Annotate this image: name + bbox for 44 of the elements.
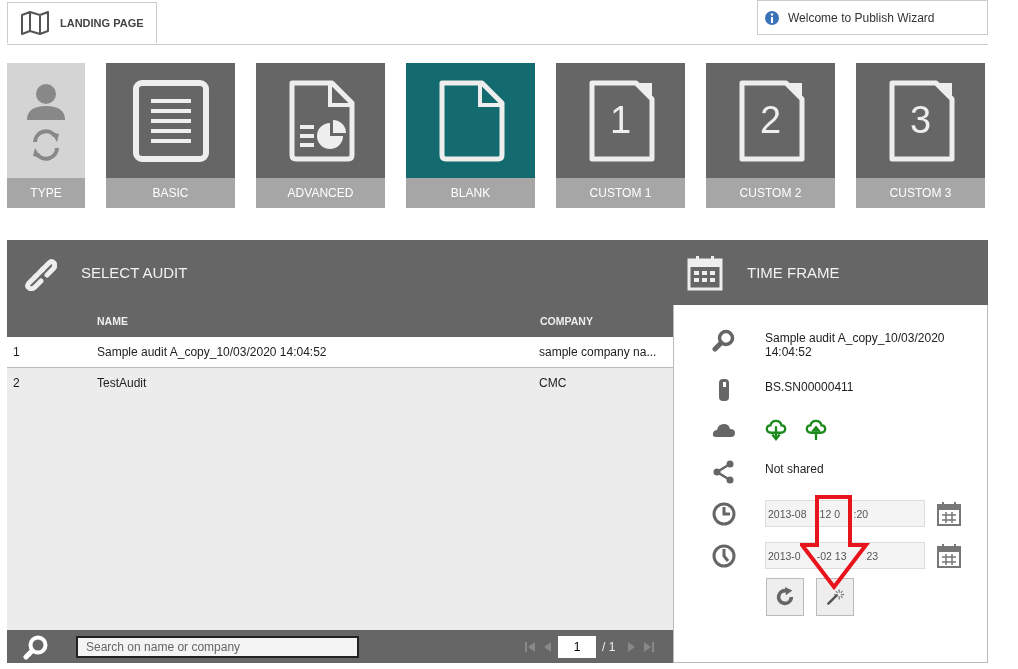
column-header: COMPANY: [539, 315, 594, 327]
audit-name: Sample audit A_copy_10/03/2020 14:04:52: [97, 345, 328, 359]
calendar-icon[interactable]: [936, 500, 962, 527]
magic-wand-button[interactable]: [816, 578, 854, 616]
landing-page-tab[interactable]: LANDING PAGE: [7, 2, 157, 43]
magic-wand-icon: [825, 587, 845, 607]
refresh-icon: [774, 586, 796, 608]
welcome-text: Welcome to Publish Wizard: [788, 10, 935, 25]
cloud-upload-icon[interactable]: [805, 419, 827, 441]
table-row[interactable]: 1 Sample audit A_copy_10/03/2020 14:04:52 sample company na...: [7, 337, 673, 367]
panel-title: TIME FRAME: [747, 264, 840, 281]
search-icon: [23, 633, 49, 660]
panel-title: SELECT AUDIT: [81, 264, 188, 281]
template-tile[interactable]: 2 CUSTOM 2: [706, 63, 835, 208]
detail-text: Sample audit A_copy_10/03/2020 14:04:52: [765, 330, 946, 359]
calendar-icon[interactable]: [936, 542, 962, 569]
template-tile[interactable]: 1 CUSTOM 1: [556, 63, 685, 208]
map-icon: [20, 11, 50, 35]
clock-icon: [712, 543, 736, 568]
company-name: CMC: [539, 375, 568, 390]
info-icon: [764, 9, 780, 26]
company-name: sample company na...: [539, 345, 658, 359]
date-field[interactable]: 2013-0 -02 13 23: [765, 542, 925, 569]
document-lines-icon: [130, 78, 211, 163]
share-icon: [712, 460, 736, 484]
page-field[interactable]: 1: [558, 635, 596, 658]
detail-text: Not shared: [765, 461, 825, 476]
template-number: 3: [908, 101, 933, 139]
audit-name: TestAudit: [97, 375, 148, 390]
date-field[interactable]: 2013-08 12 0 :20: [765, 500, 925, 527]
row-number: 1: [12, 345, 21, 359]
calendar-icon: [687, 254, 723, 291]
search-icon: [712, 329, 736, 353]
detail-text: BS.SN00000411: [765, 379, 855, 394]
template-number: 2: [758, 101, 783, 139]
template-number: 1: [608, 101, 633, 139]
search-field[interactable]: Search on name or company: [76, 635, 359, 658]
clock-icon: [712, 501, 736, 526]
cloud-download-icon[interactable]: [765, 419, 787, 441]
refresh-button[interactable]: [766, 578, 804, 616]
template-tile[interactable]: 3 CUSTOM 3: [856, 63, 985, 208]
column-header: NAME: [97, 315, 129, 327]
row-number: 2: [12, 375, 21, 390]
page-total: / 1: [602, 639, 616, 654]
